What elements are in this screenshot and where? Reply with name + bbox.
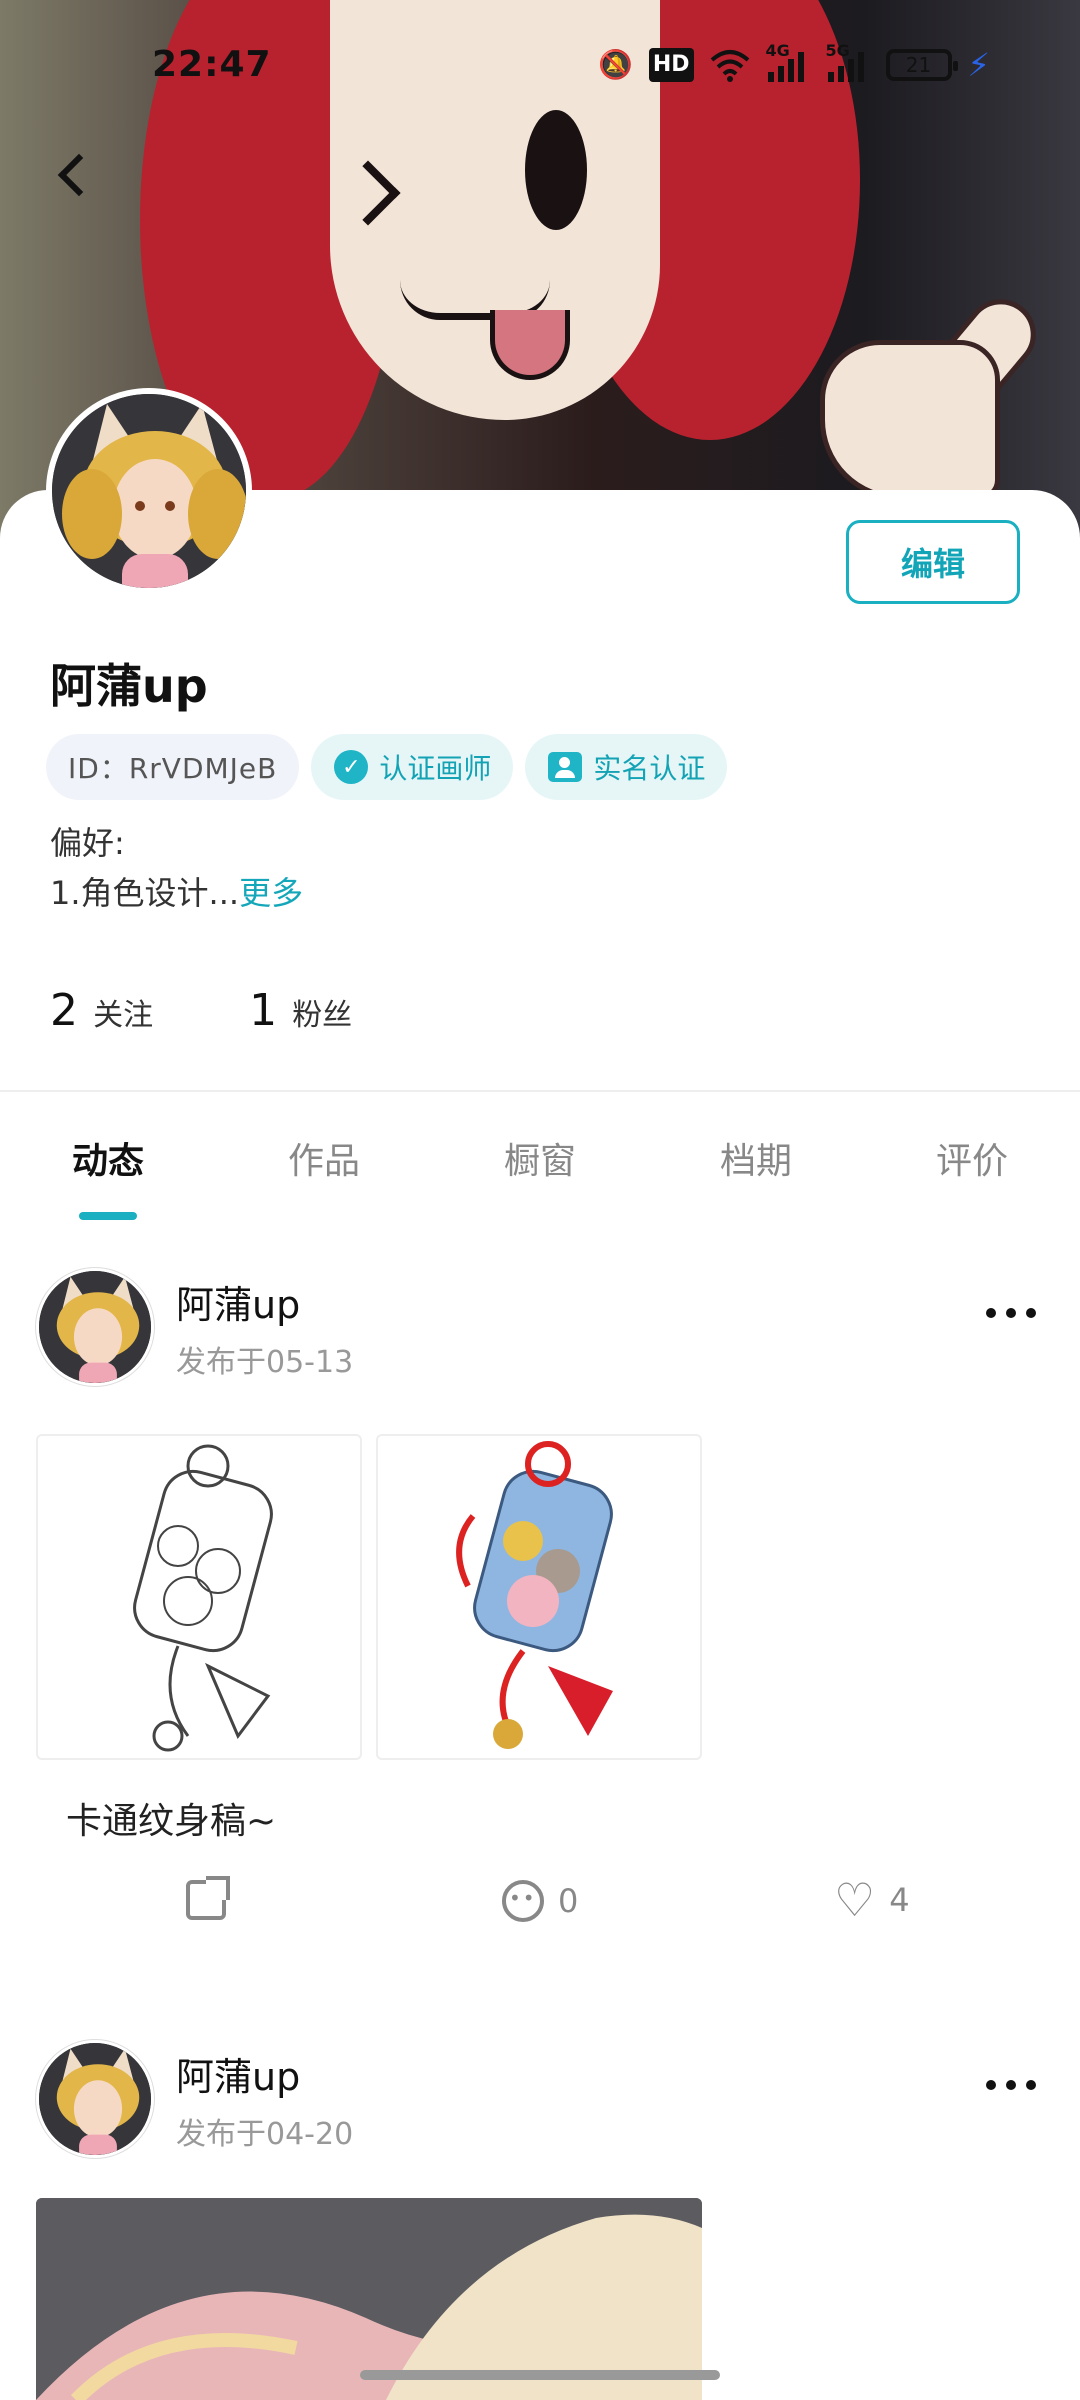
certified-artist-label: 认证画师 bbox=[379, 752, 492, 785]
tab-active-indicator bbox=[79, 1212, 137, 1220]
comment-count: 0 bbox=[558, 1882, 579, 1920]
post-author-avatar[interactable] bbox=[36, 2040, 154, 2158]
charging-icon: ⚡ bbox=[967, 46, 990, 84]
following-label: 关注 bbox=[93, 998, 154, 1033]
following-count: 2 bbox=[50, 985, 78, 1036]
user-id-text: ID：RrVDMJeB bbox=[68, 752, 278, 785]
profile-badges: ID：RrVDMJeB ✓ 认证画师 实名认证 bbox=[46, 734, 728, 800]
post-header: 阿蒲up 发布于05-13 bbox=[36, 1268, 353, 1386]
bell-off-icon: 🔕 bbox=[597, 48, 633, 81]
tab-feed[interactable]: 动态 bbox=[0, 1120, 216, 1220]
comment-button[interactable]: 0 bbox=[502, 1880, 578, 1922]
wifi-icon bbox=[710, 48, 750, 82]
heart-icon: ♡ bbox=[834, 1873, 876, 1927]
following-stat[interactable]: 2 关注 bbox=[50, 985, 153, 1036]
tab-works-label: 作品 bbox=[287, 1141, 360, 1182]
id-card-icon bbox=[547, 749, 583, 785]
status-time: 22:47 bbox=[152, 44, 272, 85]
tab-feed-label: 动态 bbox=[71, 1141, 144, 1182]
post-author-name[interactable]: 阿蒲up bbox=[176, 2046, 353, 2101]
preference-value: 1.角色设计... bbox=[50, 874, 240, 912]
signal-5g-label: 5G bbox=[825, 41, 850, 60]
preference-text: 1.角色设计...更多 bbox=[50, 868, 303, 914]
realname-verified-chip[interactable]: 实名认证 bbox=[525, 734, 728, 800]
certified-artist-chip[interactable]: ✓ 认证画师 bbox=[311, 734, 514, 800]
post-meta: 阿蒲up 发布于04-20 bbox=[176, 2046, 353, 2153]
back-button[interactable] bbox=[44, 140, 104, 210]
signal-4g-label: 4G bbox=[765, 41, 790, 60]
signal-5g-icon: 5G bbox=[826, 41, 870, 82]
edit-profile-button[interactable]: 编辑 bbox=[846, 520, 1020, 604]
post-author-avatar[interactable] bbox=[36, 1268, 154, 1386]
post-meta: 阿蒲up 发布于05-13 bbox=[176, 1274, 353, 1381]
post-image-color[interactable] bbox=[376, 1434, 702, 1760]
followers-stat[interactable]: 1 粉丝 bbox=[249, 985, 352, 1036]
post-image-sketch[interactable] bbox=[36, 1434, 362, 1760]
comment-icon bbox=[502, 1880, 544, 1922]
share-button[interactable] bbox=[186, 1876, 230, 1920]
verified-badge-icon: ✓ bbox=[333, 749, 369, 785]
post-date: 发布于04-20 bbox=[176, 2116, 354, 2152]
battery-icon: 21 bbox=[885, 49, 958, 81]
tab-reviews-label: 评价 bbox=[935, 1141, 1008, 1182]
more-link[interactable]: 更多 bbox=[239, 874, 303, 912]
tab-showcase-label: 橱窗 bbox=[503, 1141, 576, 1182]
preference-label: 偏好: bbox=[50, 824, 125, 862]
tab-schedule-label: 档期 bbox=[719, 1141, 792, 1182]
user-id-chip[interactable]: ID：RrVDMJeB bbox=[46, 734, 300, 800]
post-images bbox=[36, 1434, 702, 1760]
signal-4g-icon: 4G bbox=[766, 41, 810, 82]
banner-hand bbox=[820, 340, 1000, 500]
followers-label: 粉丝 bbox=[292, 998, 353, 1033]
realname-verified-label: 实名认证 bbox=[593, 752, 706, 785]
post-author-name[interactable]: 阿蒲up bbox=[176, 1274, 353, 1329]
chevron-left-icon bbox=[57, 153, 101, 197]
profile-name: 阿蒲up bbox=[50, 659, 208, 713]
section-divider bbox=[0, 1090, 1080, 1092]
banner-eye bbox=[525, 110, 587, 230]
post-actions: 0 ♡ 4 bbox=[0, 1873, 1080, 1950]
status-bar: 22:47 🔕 HD 4G 5G 21 ⚡ bbox=[0, 36, 1080, 96]
post-caption: 卡通纹身稿~ bbox=[66, 1801, 277, 1842]
profile-tabs: 动态 作品 橱窗 档期 评价 bbox=[0, 1120, 1080, 1220]
tab-works[interactable]: 作品 bbox=[216, 1120, 432, 1220]
share-icon bbox=[186, 1876, 230, 1920]
like-count: 4 bbox=[889, 1881, 910, 1919]
post-date: 发布于05-13 bbox=[176, 1344, 354, 1380]
post-header: 阿蒲up 发布于04-20 bbox=[36, 2040, 353, 2158]
follow-stats: 2 关注 1 粉丝 bbox=[50, 985, 352, 1036]
avatar[interactable] bbox=[46, 388, 252, 594]
tab-showcase[interactable]: 橱窗 bbox=[432, 1120, 648, 1220]
like-button[interactable]: ♡ 4 bbox=[834, 1873, 910, 1927]
more-options-icon[interactable] bbox=[986, 1308, 1036, 1318]
status-icons: 🔕 HD 4G 5G 21 ⚡ bbox=[597, 41, 990, 84]
more-options-icon[interactable] bbox=[986, 2080, 1036, 2090]
followers-count: 1 bbox=[249, 985, 278, 1036]
home-indicator[interactable] bbox=[360, 2370, 720, 2380]
tab-reviews[interactable]: 评价 bbox=[864, 1120, 1080, 1220]
hd-icon: HD bbox=[648, 48, 694, 82]
tab-schedule[interactable]: 档期 bbox=[648, 1120, 864, 1220]
